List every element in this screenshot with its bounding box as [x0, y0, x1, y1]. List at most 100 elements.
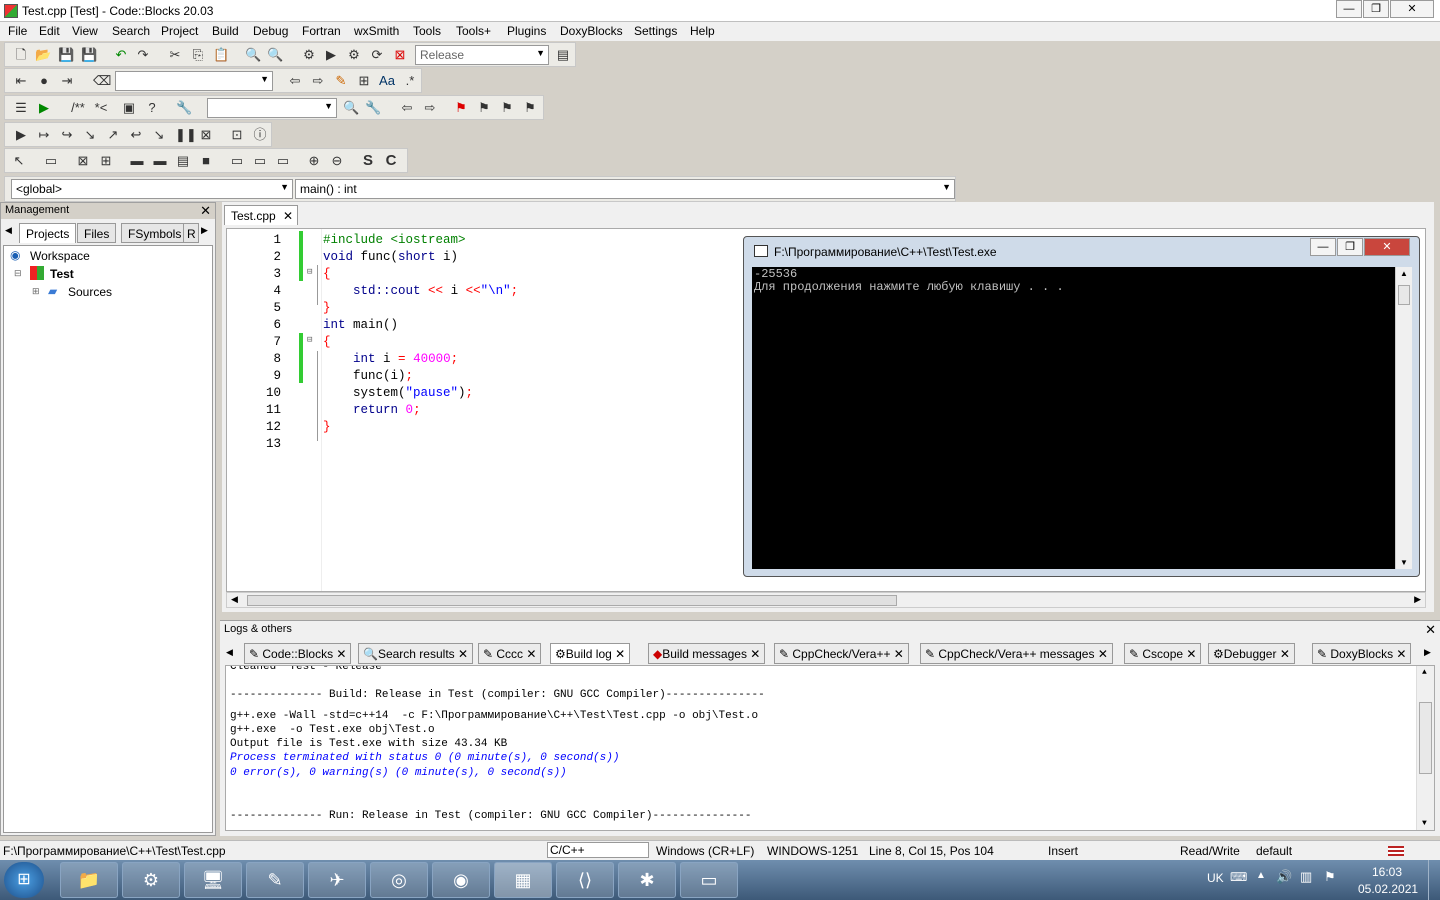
zoom-out-icon[interactable]: ⊖ [329, 153, 345, 169]
copy-icon[interactable]: ⎘ [190, 47, 206, 63]
minimize-button[interactable]: — [1336, 0, 1362, 18]
scroll-down-icon[interactable]: ▼ [1400, 558, 1408, 567]
console-window[interactable]: F:\Программирование\C++\Test\Test.exe — … [743, 236, 1420, 577]
console-scroll-thumb[interactable] [1398, 285, 1410, 305]
explorer-taskbar-icon[interactable]: 📁 [60, 862, 118, 898]
console-taskbar-icon[interactable]: ▭ [680, 862, 738, 898]
tab-fsymbols[interactable]: FSymbols [121, 223, 189, 243]
text-widget-icon[interactable]: ▭ [252, 153, 268, 169]
next-icon[interactable]: ⇨ [422, 100, 438, 116]
telegram-taskbar-icon[interactable]: ✈ [308, 862, 366, 898]
tree-project[interactable]: Test [50, 267, 74, 281]
preferences-icon[interactable]: 🔧 [176, 100, 192, 116]
bug-taskbar-icon[interactable]: ✱ [618, 862, 676, 898]
select-icon[interactable]: ⊞ [356, 73, 372, 89]
clock-time[interactable]: 16:03 [1372, 865, 1402, 879]
jump-back-icon[interactable]: ⇤ [13, 73, 29, 89]
match-case-icon[interactable]: Aa [379, 73, 395, 89]
tab-test-cpp[interactable]: Test.cpp ✕ [224, 205, 298, 225]
tab-resources[interactable]: R [183, 223, 199, 243]
frame-widget-icon[interactable]: ⊞ [98, 153, 114, 169]
build-target-select[interactable]: Release ▼ [415, 45, 549, 65]
extract-icon[interactable]: ▶ [36, 100, 52, 116]
qbittorrent-taskbar-icon[interactable]: ◎ [370, 862, 428, 898]
arrow-left-icon[interactable]: ⇦ [287, 73, 303, 89]
find-icon[interactable]: 🔍 [245, 47, 261, 63]
dialog-widget-icon[interactable]: ⊠ [75, 153, 91, 169]
close-icon[interactable]: ✕ [283, 209, 293, 223]
tab-cccc[interactable]: ✎ Cccc ✕ [478, 643, 542, 664]
console-close-button[interactable]: ✕ [1364, 238, 1410, 256]
tab-projects[interactable]: Projects [19, 223, 77, 243]
vscode-taskbar-icon[interactable]: ⟨⟩ [556, 862, 614, 898]
keyboard-language[interactable]: UK [1207, 871, 1224, 885]
paste-icon[interactable]: 📋 [213, 47, 229, 63]
function-select[interactable]: main() : int ▼ [295, 179, 955, 199]
rebuild-icon[interactable]: ⟳ [369, 47, 385, 63]
jump-forward-icon[interactable]: ⇥ [59, 73, 75, 89]
horizontal-scrollbar[interactable]: ◀ ▶ [226, 592, 1426, 608]
next-bookmark-icon[interactable]: ⚑ [499, 100, 515, 116]
volume-icon[interactable]: 🔊 [1276, 869, 1292, 885]
clear-icon[interactable]: ⌫ [93, 73, 111, 89]
cut-icon[interactable]: ✂ [167, 47, 183, 63]
tool-icon[interactable]: 🔧 [365, 100, 381, 116]
tree-workspace[interactable]: Workspace [30, 249, 90, 263]
scroll-up-icon[interactable]: ▲ [1422, 668, 1427, 677]
chrome-taskbar-icon[interactable]: ◉ [432, 862, 490, 898]
s-icon[interactable]: S [360, 153, 376, 169]
next-line-icon[interactable]: ↪ [59, 127, 75, 143]
tab-cscope[interactable]: ✎ Cscope ✕ [1124, 643, 1202, 664]
run-to-cursor-icon[interactable]: ↦ [36, 127, 52, 143]
debug-info-icon[interactable]: ⓘ [252, 127, 268, 143]
menu-plugins[interactable]: Plugins [507, 24, 546, 38]
button-widget-icon[interactable]: ▭ [229, 153, 245, 169]
action-center-icon[interactable]: ⚑ [1324, 869, 1336, 885]
box-widget-icon[interactable]: ■ [198, 153, 214, 169]
build-gear-icon[interactable]: ⚙ [301, 47, 317, 63]
menu-settings[interactable]: Settings [634, 24, 677, 38]
menu-wxsmith[interactable]: wxSmith [354, 24, 399, 38]
tab-codeblocks-log[interactable]: ✎ Code::Blocks ✕ [244, 643, 352, 664]
menu-search[interactable]: Search [112, 24, 150, 38]
doxywizard-icon[interactable]: ☰ [13, 100, 29, 116]
log-scroll-thumb[interactable] [1419, 702, 1432, 774]
new-file-icon[interactable]: 🗋 [13, 47, 29, 63]
stop-debug-icon[interactable]: ⊠ [198, 127, 214, 143]
collapse-icon[interactable]: ⊟ [14, 268, 22, 279]
build-and-run-icon[interactable]: ⚙ [346, 47, 362, 63]
fold-icon[interactable]: ⊟ [307, 335, 312, 345]
pause-icon[interactable]: ❚❚ [175, 127, 197, 143]
code-complete-combo[interactable]: ▼ [207, 98, 337, 118]
menu-file[interactable]: File [8, 24, 27, 38]
clear-bookmarks-icon[interactable]: ⚑ [522, 100, 538, 116]
tab-cppcheck-messages[interactable]: ✎ CppCheck/Vera++ messages ✕ [920, 643, 1113, 664]
menu-edit[interactable]: Edit [39, 24, 60, 38]
tab-doxyblocks[interactable]: ✎ DoxyBlocks ✕ [1312, 643, 1412, 664]
tab-debugger[interactable]: ⚙Debugger ✕ [1208, 643, 1295, 664]
sizer-widget-icon[interactable]: ▬ [152, 153, 168, 169]
close-icon[interactable]: ✕ [1425, 622, 1436, 638]
tab-scroll-left-icon[interactable]: ◀ [5, 225, 12, 236]
start-button[interactable]: ⊞ [4, 862, 44, 898]
tab-cppcheck[interactable]: ✎ CppCheck/Vera++ ✕ [774, 643, 909, 664]
step-into-icon[interactable]: ↘ [82, 127, 98, 143]
tab-build-log[interactable]: ⚙Build log ✕ [550, 643, 631, 664]
tab-files[interactable]: Files [77, 223, 117, 243]
menu-tools-plus[interactable]: Tools+ [456, 24, 491, 38]
tab-build-messages[interactable]: ◆Build messages ✕ [648, 643, 766, 664]
html-icon[interactable]: ▣ [121, 100, 137, 116]
menu-view[interactable]: View [72, 24, 98, 38]
codeblocks-taskbar-icon[interactable]: ▦ [494, 862, 552, 898]
pointer-icon[interactable]: ↖ [11, 153, 27, 169]
menu-doxyblocks[interactable]: DoxyBlocks [560, 24, 623, 38]
regex-icon[interactable]: .* [402, 73, 418, 89]
step-out-icon[interactable]: ↗ [105, 127, 121, 143]
menu-help[interactable]: Help [690, 24, 715, 38]
close-icon[interactable]: ✕ [200, 203, 211, 219]
show-desktop-button[interactable] [1428, 860, 1440, 900]
status-language[interactable]: C/C++ [547, 842, 649, 858]
notepad-taskbar-icon[interactable]: ✎ [246, 862, 304, 898]
clock-date[interactable]: 05.02.2021 [1358, 882, 1418, 896]
tab-scroll-right-icon[interactable]: ▶ [201, 225, 208, 236]
